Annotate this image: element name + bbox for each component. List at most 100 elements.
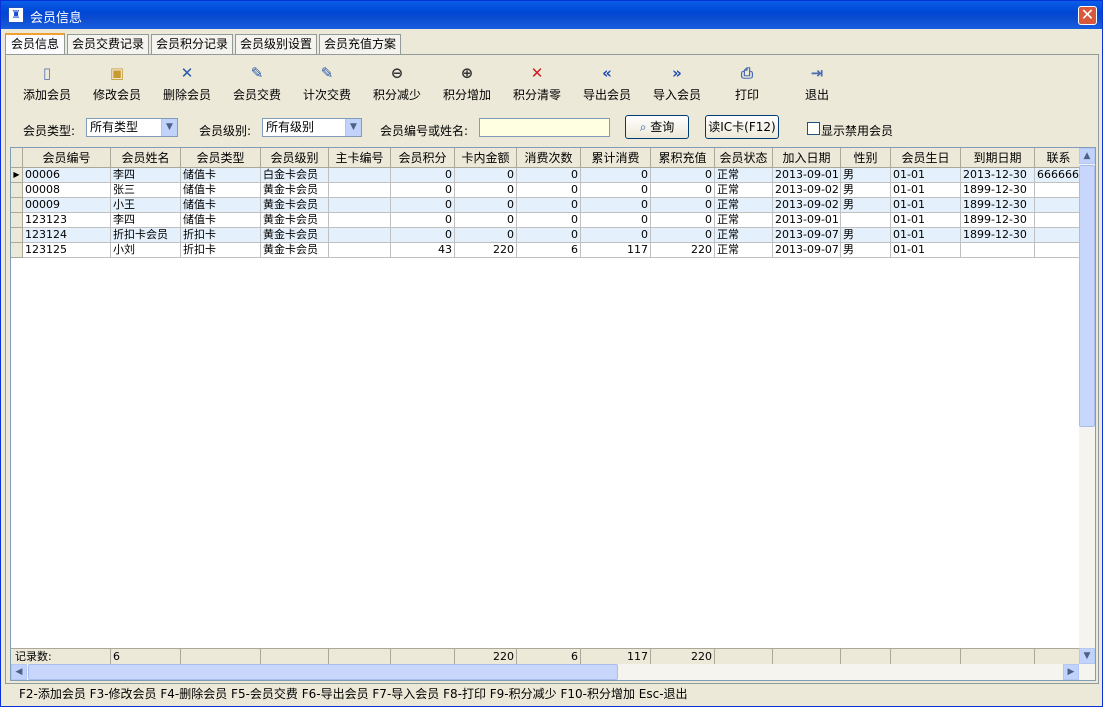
table-cell[interactable]: 李四 [111, 213, 181, 228]
column-header[interactable]: 会员级别 [261, 148, 329, 168]
table-cell[interactable]: 6 [517, 243, 581, 258]
table-cell[interactable]: 男 [841, 228, 891, 243]
row-header[interactable] [11, 228, 23, 243]
table-cell[interactable] [1035, 183, 1083, 198]
scroll-right-icon[interactable]: ▶ [1063, 664, 1079, 680]
row-header[interactable] [11, 213, 23, 228]
table-cell[interactable]: 0 [391, 183, 455, 198]
column-header[interactable]: 会员状态 [715, 148, 773, 168]
query-button[interactable]: ⌕ 查询 [625, 115, 689, 139]
column-header[interactable]: 加入日期 [773, 148, 841, 168]
count-payment-button[interactable]: ✎ 计次交费 [294, 59, 360, 105]
title-bar[interactable]: ♜ 会员信息 ✕ [1, 1, 1102, 29]
table-cell[interactable]: 男 [841, 198, 891, 213]
horizontal-scroll-thumb[interactable] [28, 664, 618, 680]
table-cell[interactable]: 01-01 [891, 228, 961, 243]
table-cell[interactable]: 折扣卡 [181, 228, 261, 243]
table-cell[interactable] [1035, 243, 1083, 258]
table-cell[interactable]: 0 [391, 228, 455, 243]
table-cell[interactable]: 2013-09-07 [773, 243, 841, 258]
print-button[interactable]: ⎙ 打印 [714, 59, 780, 105]
search-input[interactable] [479, 118, 610, 137]
table-cell[interactable]: 2013-09-02 [773, 183, 841, 198]
column-header[interactable]: 累计消费 [581, 148, 651, 168]
table-cell[interactable] [1035, 228, 1083, 243]
vertical-scrollbar[interactable]: ▲ ▼ [1079, 148, 1095, 664]
column-header[interactable]: 联系 [1035, 148, 1083, 168]
scroll-down-icon[interactable]: ▼ [1079, 648, 1095, 664]
table-cell[interactable]: 1899-12-30 [961, 183, 1035, 198]
column-header[interactable]: 主卡编号 [329, 148, 391, 168]
table-cell[interactable]: 01-01 [891, 168, 961, 183]
column-header[interactable]: 会员积分 [391, 148, 455, 168]
table-cell[interactable]: 00006 [23, 168, 111, 183]
table-cell[interactable]: 00009 [23, 198, 111, 213]
table-cell[interactable]: 2013-09-01 [773, 213, 841, 228]
table-row[interactable]: 00008 张三 储值卡 黄金卡会员 0 0 0 0 0 正常 2013-09-02 男 01-01 18… [11, 183, 1083, 198]
member-level-select[interactable]: 所有级别 ▼ [262, 118, 362, 137]
show-disabled-checkbox[interactable] [807, 122, 820, 135]
table-cell[interactable]: 黄金卡会员 [261, 243, 329, 258]
table-cell[interactable]: 2013-09-02 [773, 198, 841, 213]
table-row[interactable]: ▶ 00006 李四 储值卡 白金卡会员 0 0 0 0 0 正常 2013-09-01 男 01-01 2… [11, 168, 1083, 183]
table-cell[interactable]: 117 [581, 243, 651, 258]
table-cell[interactable]: 正常 [715, 183, 773, 198]
scroll-up-icon[interactable]: ▲ [1079, 148, 1095, 164]
table-cell[interactable]: 折扣卡 [181, 243, 261, 258]
table-cell[interactable] [1035, 213, 1083, 228]
column-header[interactable]: 卡内金额 [455, 148, 517, 168]
table-cell[interactable]: 男 [841, 168, 891, 183]
table-cell[interactable]: 0 [455, 228, 517, 243]
table-cell[interactable]: 白金卡会员 [261, 168, 329, 183]
table-row[interactable]: 00009 小王 储值卡 黄金卡会员 0 0 0 0 0 正常 2013-09-02 男 01-01 18… [11, 198, 1083, 213]
points-reset-button[interactable]: ✕ 积分清零 [504, 59, 570, 105]
table-cell[interactable]: 1899-12-30 [961, 228, 1035, 243]
table-cell[interactable]: 0 [581, 168, 651, 183]
row-header[interactable] [11, 243, 23, 258]
member-type-select[interactable]: 所有类型 ▼ [86, 118, 178, 137]
table-cell[interactable]: 0 [651, 183, 715, 198]
table-cell[interactable] [329, 168, 391, 183]
tab-level-settings[interactable]: 会员级别设置 [235, 34, 317, 54]
import-members-button[interactable]: » 导入会员 [644, 59, 710, 105]
table-cell[interactable]: 0 [455, 198, 517, 213]
table-cell[interactable]: 2013-09-07 [773, 228, 841, 243]
table-cell[interactable]: 储值卡 [181, 183, 261, 198]
table-cell[interactable]: 折扣卡会员 [111, 228, 181, 243]
table-cell[interactable]: 储值卡 [181, 198, 261, 213]
table-cell[interactable] [1035, 198, 1083, 213]
column-header[interactable]: 性别 [841, 148, 891, 168]
edit-member-button[interactable]: ▣ 修改会员 [84, 59, 150, 105]
table-cell[interactable]: 张三 [111, 183, 181, 198]
table-cell[interactable]: 黄金卡会员 [261, 183, 329, 198]
table-cell[interactable]: 0 [517, 168, 581, 183]
table-row[interactable]: 123125 小刘 折扣卡 黄金卡会员 43 220 6 117 220 正常 2013-09-07… [11, 243, 1083, 258]
table-cell[interactable]: 0 [455, 168, 517, 183]
table-cell[interactable]: 正常 [715, 243, 773, 258]
table-cell[interactable]: 男 [841, 243, 891, 258]
table-cell[interactable]: 43 [391, 243, 455, 258]
table-cell[interactable]: 123124 [23, 228, 111, 243]
vertical-scroll-thumb[interactable] [1079, 165, 1095, 427]
read-ic-card-button[interactable]: 读IC卡(F12) [705, 115, 779, 139]
table-cell[interactable] [329, 228, 391, 243]
table-cell[interactable]: 1899-12-30 [961, 198, 1035, 213]
table-row[interactable]: 123123 李四 储值卡 黄金卡会员 0 0 0 0 0 正常 2013-09-01 01-01 18… [11, 213, 1083, 228]
table-cell[interactable]: 0 [651, 228, 715, 243]
horizontal-scrollbar[interactable]: ◀ ▶ [11, 664, 1095, 680]
table-cell[interactable]: 0 [651, 213, 715, 228]
table-cell[interactable]: 储值卡 [181, 168, 261, 183]
table-cell[interactable]: 1899-12-30 [961, 213, 1035, 228]
table-cell[interactable]: 0 [517, 213, 581, 228]
points-decrease-button[interactable]: ⊖ 积分减少 [364, 59, 430, 105]
table-cell[interactable]: 123123 [23, 213, 111, 228]
scroll-left-icon[interactable]: ◀ [11, 664, 27, 680]
column-header[interactable]: 会员生日 [891, 148, 961, 168]
table-cell[interactable]: 6666666 [1035, 168, 1083, 183]
tab-payment-records[interactable]: 会员交费记录 [67, 34, 149, 54]
table-cell[interactable]: 0 [651, 198, 715, 213]
tab-member-info[interactable]: 会员信息 [5, 33, 65, 55]
table-cell[interactable]: 小刘 [111, 243, 181, 258]
table-cell[interactable]: 0 [391, 213, 455, 228]
column-header[interactable]: 会员姓名 [111, 148, 181, 168]
